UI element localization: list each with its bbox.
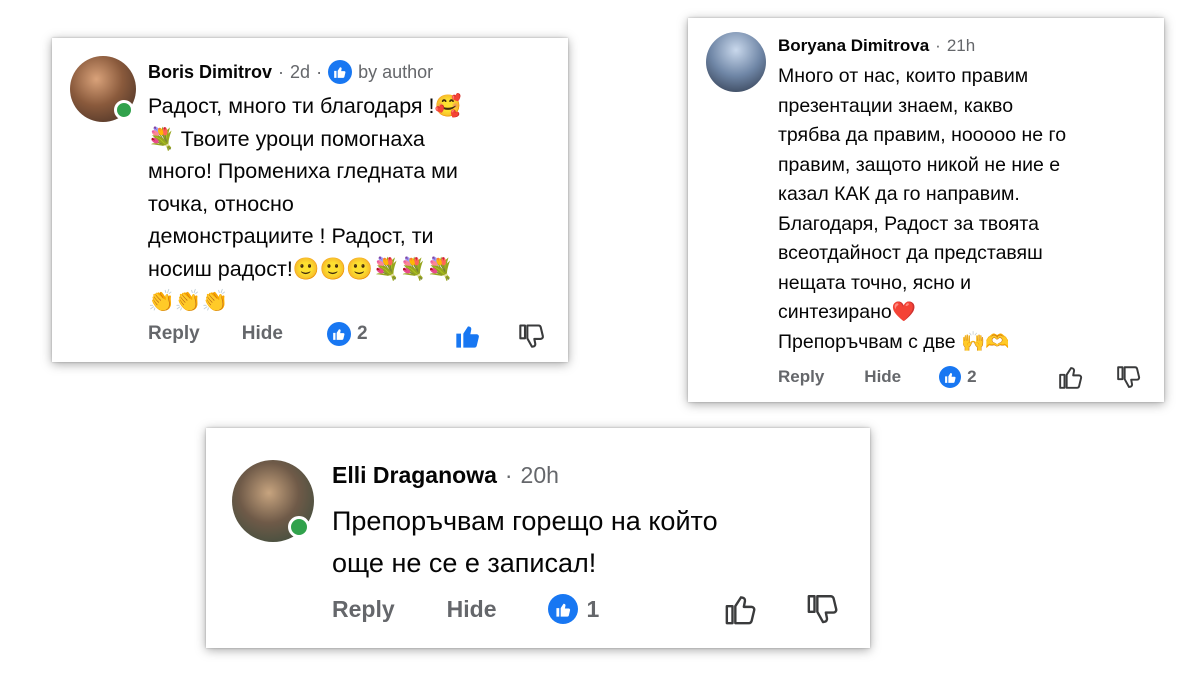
hide-button[interactable]: Hide (864, 367, 901, 387)
separator-dot: · (504, 462, 513, 488)
comment-card-boryana: Boryana Dimitrova · 21h Много от нас, ко… (688, 18, 1164, 402)
comment-card-elli: Elli Draganowa · 20h Препоръчвам горещо … (206, 428, 870, 648)
comment-line: Препоръчвам с две 🙌🫶 (778, 330, 1010, 353)
online-status-dot (114, 100, 134, 120)
comment-line: синтезирано❤️ (778, 301, 916, 323)
thumbs-down-icon[interactable] (806, 592, 840, 626)
reply-button[interactable]: Reply (148, 323, 200, 345)
like-count-icon[interactable] (548, 594, 579, 624)
comment-line: презентации знаем, какво (778, 94, 1014, 117)
comment-text: Радост, много ти благодаря !🥰 💐 Твоите у… (148, 90, 461, 318)
comment-line: 💐 Твоите уроци помогнаха (148, 126, 425, 151)
like-count-icon[interactable] (939, 366, 962, 388)
thumbs-up-icon[interactable] (1058, 364, 1084, 390)
online-status-dot (288, 516, 310, 538)
reply-button[interactable]: Reply (332, 596, 395, 623)
comment-line: всеотдайност да представяш (778, 242, 1043, 264)
comment-actions: Reply Hide 2 (778, 366, 977, 388)
comment-header: Boryana Dimitrova · 21h (778, 36, 975, 56)
author-badge-icon (328, 60, 353, 84)
comment-header: Boris Dimitrov · 2d · by author (148, 60, 433, 84)
like-count[interactable]: 1 (586, 596, 599, 623)
comment-line: Препоръчвам горещо на който (332, 506, 718, 536)
comment-actions: Reply Hide 2 (148, 322, 368, 346)
comment-line: Радост, много ти благодаря !🥰 (148, 94, 462, 118)
reply-button[interactable]: Reply (778, 367, 824, 387)
comment-line: нещата точно, ясно и (778, 271, 972, 294)
like-count[interactable]: 2 (967, 367, 976, 387)
timestamp[interactable]: 2d (290, 62, 310, 83)
comment-actions: Reply Hide 1 (332, 594, 599, 624)
comment-line: Много от нас, които правим (778, 65, 1029, 87)
comment-header: Elli Draganowa · 20h (332, 462, 559, 489)
hide-button[interactable]: Hide (242, 323, 283, 345)
comment-card-boris: Boris Dimitrov · 2d · by author Радост, … (52, 38, 568, 362)
comment-line: много! Промениха гледната ми (148, 159, 458, 183)
avatar[interactable] (232, 460, 314, 542)
separator-dot: · (935, 36, 941, 55)
author-name[interactable]: Boryana Dimitrova (778, 36, 929, 56)
thumbs-up-icon[interactable] (454, 322, 482, 350)
comment-text: Препоръчвам горещо на който още не се е … (332, 500, 718, 584)
author-name[interactable]: Elli Draganowa (332, 462, 497, 489)
avatar[interactable] (70, 56, 136, 122)
author-name[interactable]: Boris Dimitrov (148, 62, 272, 83)
comment-line: още не се е записал! (332, 548, 597, 578)
avatar[interactable] (706, 32, 766, 92)
timestamp[interactable]: 21h (947, 36, 975, 56)
comment-line: носиш радост!🙂🙂🙂💐💐💐 (148, 256, 454, 281)
comment-line: точка, относно (148, 191, 294, 216)
timestamp[interactable]: 20h (521, 462, 559, 489)
like-count[interactable]: 2 (357, 323, 368, 345)
thumbs-down-icon[interactable] (1116, 364, 1142, 390)
comment-line: демонстрациите ! Радост, ти (148, 224, 434, 248)
author-badge-label: by author (358, 61, 434, 82)
thumbs-down-icon[interactable] (518, 322, 546, 350)
comment-text: Много от нас, които правим презентации з… (778, 62, 1066, 357)
comment-line: казал КАК да го направим. (778, 183, 1020, 205)
comment-line: 👏👏👏 (148, 289, 229, 313)
comment-line: Благодаря, Радост за твоята (778, 212, 1039, 235)
comment-line: трябва да правим, нооооо не го (778, 124, 1067, 146)
separator-dot: · (316, 61, 323, 82)
comment-line: правим, защото никой не ние е (778, 153, 1061, 176)
like-count-icon[interactable] (326, 322, 351, 346)
hide-button[interactable]: Hide (447, 596, 497, 623)
separator-dot: · (278, 61, 285, 82)
thumbs-up-icon[interactable] (724, 592, 758, 626)
